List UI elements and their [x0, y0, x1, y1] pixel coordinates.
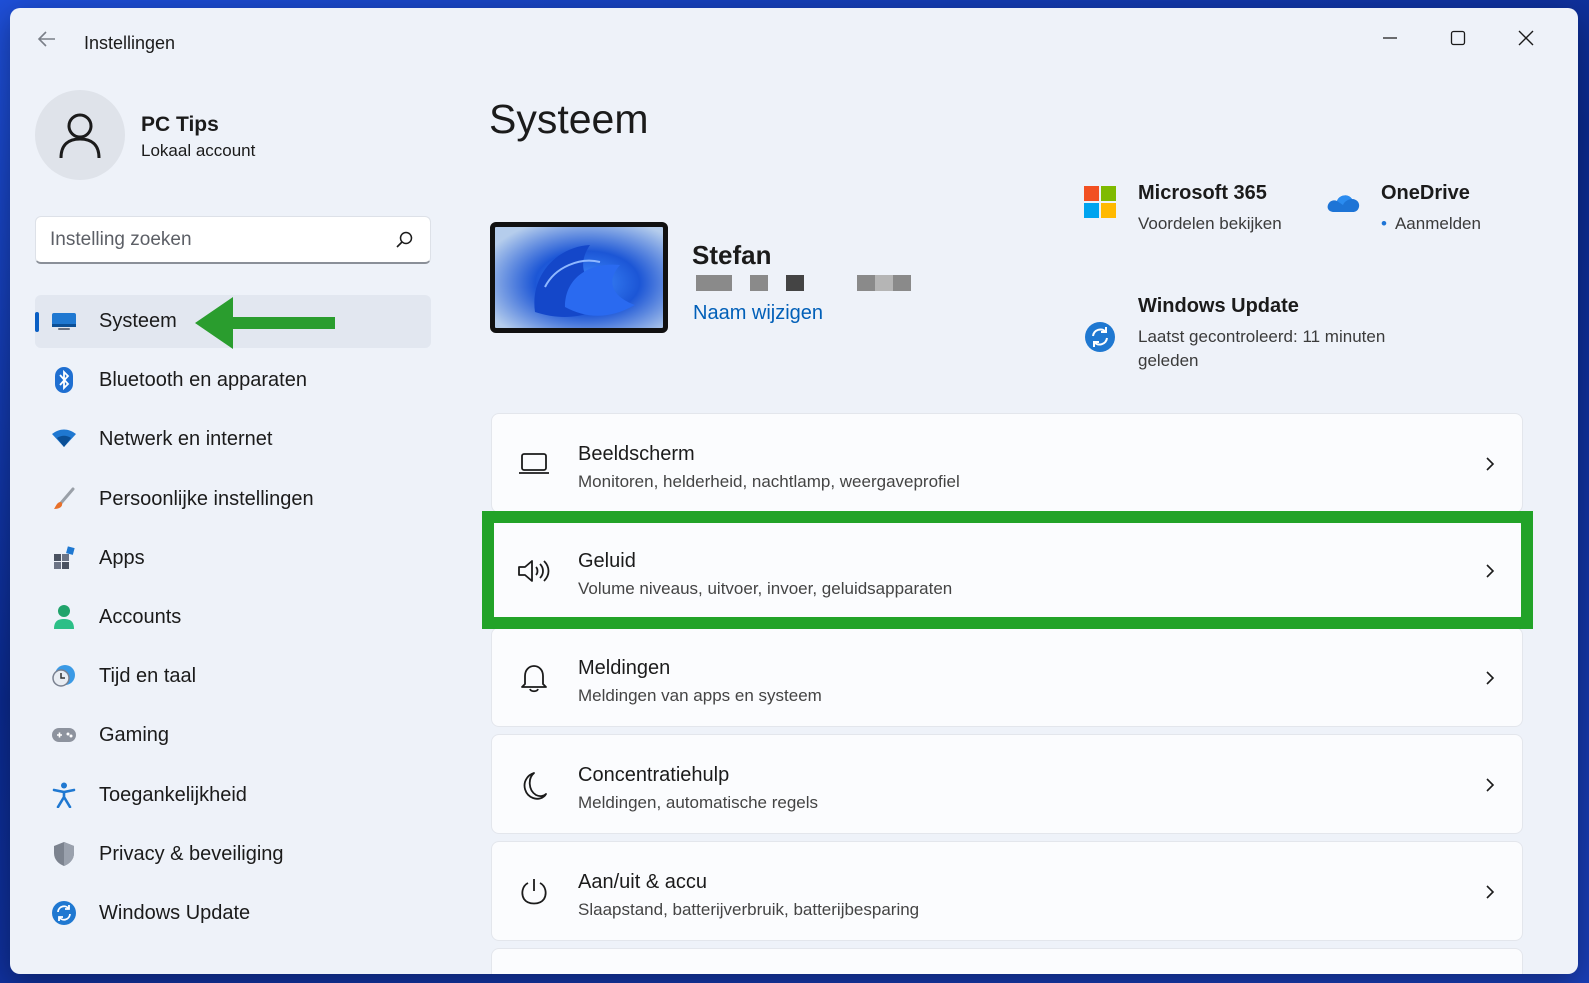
page-title: Systeem	[489, 96, 649, 142]
card-title: Concentratiehulp	[578, 764, 730, 786]
tile-title: Microsoft 365	[1138, 182, 1267, 204]
bell-icon	[514, 660, 554, 696]
minimize-button[interactable]	[1360, 16, 1420, 60]
sidebar-item-label: Accounts	[99, 605, 182, 628]
user-icon	[59, 113, 101, 159]
onedrive-tile[interactable]: OneDrive • Aanmelden	[1323, 182, 1481, 236]
tile-title: Windows Update	[1138, 295, 1299, 317]
sidebar-item-label: Apps	[99, 546, 145, 569]
search-icon[interactable]	[392, 228, 416, 252]
card-subtitle: Slaapstand, batterijverbruik, batterijbe…	[578, 900, 920, 919]
tile-subtitle: Laatst gecontroleerd: 11 minuten geleden	[1138, 327, 1386, 370]
title-bar: Instellingen	[10, 8, 1578, 72]
windows-update-tile[interactable]: Windows Update Laatst gecontroleerd: 11 …	[1080, 295, 1500, 373]
card-title: Geluid	[578, 550, 636, 572]
sidebar-item-label: Gaming	[99, 724, 170, 747]
device-name: Stefan	[692, 240, 772, 270]
search-input[interactable]	[50, 228, 392, 251]
sidebar-item-tijd[interactable]: Tijd en taal	[35, 650, 431, 703]
windows-bloom-wallpaper-icon	[534, 245, 635, 317]
speaker-icon	[514, 553, 554, 589]
device-thumbnail	[490, 222, 668, 333]
wifi-icon	[51, 426, 77, 452]
sidebar-item-toegankelijkheid[interactable]: Toegankelijkheid	[35, 769, 431, 822]
clock-globe-icon	[51, 663, 77, 689]
tile-subtitle: • Aanmelden	[1381, 214, 1481, 233]
onedrive-cloud-icon	[1323, 182, 1363, 222]
update-icon	[1080, 317, 1120, 357]
sidebar-item-label: Netwerk en internet	[99, 428, 273, 451]
card-subtitle: Meldingen van apps en systeem	[578, 686, 822, 705]
back-button[interactable]	[32, 28, 62, 58]
sidebar-item-label: Systeem	[99, 310, 177, 332]
accessibility-icon	[51, 782, 77, 808]
card-beeldscherm[interactable]: Beeldscherm Monitoren, helderheid, nacht…	[491, 413, 1523, 513]
card-subtitle: Volume niveaus, uitvoer, invoer, geluids…	[578, 579, 953, 598]
sidebar-item-label: Bluetooth en apparaten	[99, 369, 307, 392]
display-icon	[51, 308, 77, 334]
sidebar-item-label: Persoonlijke instellingen	[99, 487, 314, 510]
card-subtitle: Monitoren, helderheid, nachtlamp, weerga…	[578, 472, 960, 491]
card-subtitle: Meldingen, automatische regels	[578, 793, 819, 812]
sidebar-item-accounts[interactable]: Accounts	[35, 591, 431, 644]
app-title: Instellingen	[84, 33, 176, 53]
tile-subtitle: Voordelen bekijken	[1138, 214, 1282, 233]
update-icon	[51, 900, 77, 926]
shield-icon	[51, 841, 77, 867]
sidebar-item-label: Privacy & beveiliging	[99, 842, 284, 865]
card-title: Meldingen	[578, 657, 671, 679]
card-aan-uit-accu[interactable]: Aan/uit & accu Slaapstand, batterijverbr…	[491, 841, 1523, 941]
search-box[interactable]	[35, 216, 431, 264]
avatar[interactable]	[35, 90, 125, 180]
card-title: Beeldscherm	[578, 443, 695, 465]
sidebar-item-netwerk[interactable]: Netwerk en internet	[35, 413, 431, 466]
sidebar-item-label: Windows Update	[99, 901, 251, 924]
rename-link[interactable]: Naam wijzigen	[693, 302, 823, 325]
brush-icon	[51, 486, 77, 512]
gamepad-icon	[51, 722, 77, 748]
back-arrow-icon	[37, 31, 55, 47]
sidebar-item-label: Toegankelijkheid	[99, 783, 247, 806]
microsoft-365-tile[interactable]: Microsoft 365 Voordelen bekijken	[1080, 182, 1282, 236]
chevron-right-icon	[1480, 773, 1500, 797]
power-icon	[514, 874, 554, 910]
sidebar-nav: Systeem Bluetooth en apparaten Netwerk e…	[35, 295, 431, 946]
person-icon	[51, 604, 77, 630]
card-concentratiehulp[interactable]: Concentratiehulp Meldingen, automatische…	[491, 734, 1523, 834]
maximize-button[interactable]	[1428, 16, 1488, 60]
card-geluid[interactable]: Geluid Volume niveaus, uitvoer, invoer, …	[491, 520, 1523, 620]
close-button[interactable]	[1496, 16, 1556, 60]
microsoft-logo-icon	[1080, 182, 1120, 222]
sidebar-item-gaming[interactable]: Gaming	[35, 709, 431, 762]
moon-icon	[514, 767, 554, 803]
chevron-right-icon	[1480, 452, 1500, 476]
chevron-right-icon	[1480, 559, 1500, 583]
profile-account-type: Lokaal account	[141, 141, 256, 160]
profile-name: PC Tips	[141, 113, 219, 136]
minimize-icon	[1383, 37, 1397, 39]
sidebar-item-apps[interactable]: Apps	[35, 532, 431, 585]
redacted-device-info	[696, 275, 911, 291]
card-partial-next[interactable]	[491, 948, 1523, 974]
apps-icon	[51, 545, 77, 571]
chevron-right-icon	[1480, 666, 1500, 690]
onedrive-status: Aanmelden	[1394, 214, 1481, 233]
maximize-icon	[1450, 30, 1466, 46]
annotation-arrow-icon	[195, 297, 335, 349]
settings-window: Instellingen PC Tips Lokaal account Syst…	[10, 8, 1578, 974]
card-meldingen[interactable]: Meldingen Meldingen van apps en systeem	[491, 627, 1523, 727]
bluetooth-icon	[51, 367, 77, 394]
chevron-right-icon	[1480, 880, 1500, 904]
sidebar-item-persoonlijk[interactable]: Persoonlijke instellingen	[35, 473, 431, 526]
sidebar-item-windows-update[interactable]: Windows Update	[35, 887, 431, 940]
monitor-icon	[514, 446, 554, 482]
tile-title: OneDrive	[1381, 182, 1470, 204]
sidebar-item-bluetooth[interactable]: Bluetooth en apparaten	[35, 354, 431, 407]
sidebar-item-privacy[interactable]: Privacy & beveiliging	[35, 828, 431, 881]
sidebar-item-label: Tijd en taal	[99, 665, 197, 688]
close-icon	[1518, 30, 1534, 46]
card-title: Aan/uit & accu	[578, 871, 707, 893]
